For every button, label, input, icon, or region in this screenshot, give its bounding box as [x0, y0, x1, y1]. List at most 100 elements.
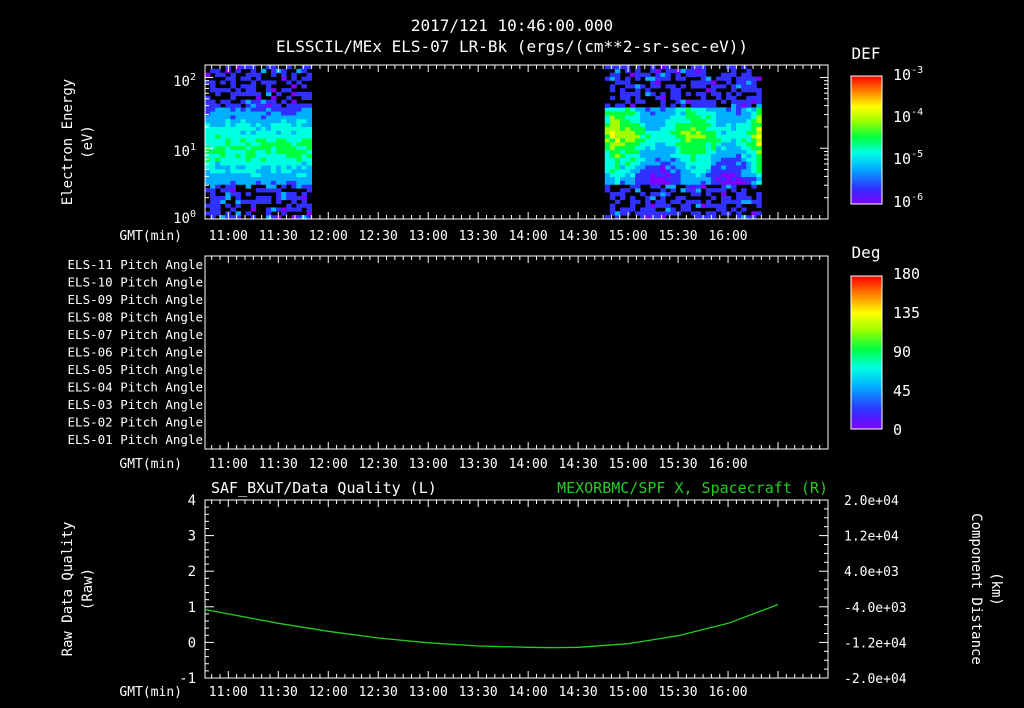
spectrogram-cell — [210, 118, 216, 124]
spectrogram-cell — [604, 76, 611, 81]
spectrogram-cell — [225, 122, 231, 127]
time-tick-label: 15:30 — [659, 229, 698, 244]
spectrogram-cell — [210, 184, 216, 189]
spectrogram-cell — [225, 107, 231, 112]
spectrogram-cell — [630, 203, 636, 208]
spectrogram-cell — [240, 142, 247, 147]
spectrogram-cell — [281, 111, 287, 116]
spectrogram-cell — [205, 115, 211, 120]
spectrogram-cell — [655, 122, 661, 127]
spectrogram-cell — [746, 195, 752, 201]
spectrogram-cell — [306, 157, 313, 162]
spectrogram-cell — [726, 157, 732, 162]
spectrogram-cell — [630, 153, 636, 158]
spectrogram-cell — [675, 145, 681, 151]
spectrogram-cell — [265, 168, 272, 174]
spectrogram-cell — [731, 199, 737, 204]
spectrogram-cell — [291, 207, 297, 212]
spectrogram-cell — [700, 153, 707, 158]
spectrogram-cell — [220, 145, 226, 151]
spectrogram-cell — [670, 157, 676, 162]
spectrogram-cell — [619, 134, 626, 139]
spectrogram-cell — [736, 99, 742, 104]
spectrogram-cell — [614, 134, 621, 139]
energy-ytick-10: 101 — [173, 142, 196, 160]
spectrogram-cell — [220, 88, 226, 93]
spectrogram-cell — [255, 161, 262, 166]
spectrogram-cell — [291, 122, 297, 127]
spectrogram-cell — [670, 207, 676, 212]
spectrogram-cell — [710, 115, 717, 120]
spectrogram-cell — [270, 149, 277, 154]
spectrogram-cell — [301, 184, 307, 189]
spectrogram-cell — [210, 115, 216, 120]
spectrogram-cell — [700, 91, 707, 97]
data-quality-x-ticks — [211, 500, 829, 678]
spectrogram-cell — [715, 91, 722, 97]
spectrogram-cell — [230, 111, 236, 116]
spectrogram-cell — [210, 172, 216, 178]
spectrogram-cell — [736, 111, 742, 116]
spectrogram-cell — [291, 134, 297, 139]
spectrogram-cell — [726, 80, 732, 85]
spectrogram-cell — [736, 203, 742, 208]
spectrogram-cell — [286, 95, 292, 101]
spectrogram-cell — [705, 188, 712, 193]
spectrogram-cell — [230, 115, 236, 120]
spectrogram-cell — [235, 115, 241, 120]
data-quality-ytick: 1 — [188, 600, 196, 616]
spectrogram-cell — [650, 161, 656, 166]
spectrogram-cell — [225, 161, 231, 166]
spectrogram-cell — [650, 203, 656, 208]
spectrogram-cell — [215, 207, 221, 212]
spectrogram-cell — [670, 199, 676, 204]
spectrogram-cell — [710, 99, 717, 104]
spectrogram-cell — [220, 157, 226, 162]
spectrogram-cell — [650, 111, 656, 116]
spectrogram-cell — [746, 118, 752, 124]
spectrogram-cell — [270, 207, 277, 212]
spectrogram-cell — [655, 68, 661, 74]
spectrogram-cell — [700, 130, 707, 135]
spectrogram-cell — [690, 165, 697, 170]
spectrogram-cell — [306, 149, 313, 154]
spectrogram-cell — [265, 91, 272, 97]
spectrogram-cell — [230, 145, 236, 151]
spectrogram-cell — [250, 72, 257, 77]
spectrogram-cell — [215, 180, 221, 185]
spectrogram-cell — [726, 180, 732, 185]
spectrogram-cell — [635, 165, 641, 170]
spectrogram-cell — [210, 126, 216, 131]
spectrogram-cell — [675, 111, 681, 116]
spectrogram-cell — [230, 103, 236, 108]
pitch-angle-row-label: ELS-07 Pitch Angle — [68, 327, 203, 342]
spectrogram-cell — [235, 149, 241, 154]
spectrogram-cell — [726, 161, 732, 166]
spectrogram-cell — [741, 126, 747, 131]
spectrogram-cell — [660, 157, 666, 162]
spectrogram-cell — [675, 180, 681, 185]
spectrogram-cell — [690, 99, 697, 104]
spectrogram-cell — [630, 199, 636, 204]
spacecraft-x-series-line — [204, 603, 779, 649]
spectrogram-cell — [746, 157, 752, 162]
spectrogram-cell — [751, 153, 757, 158]
spectrogram-cell — [746, 95, 752, 101]
spectrogram-cell — [685, 176, 692, 181]
spectrogram-cell — [255, 99, 262, 104]
spectrogram-cell — [286, 149, 292, 154]
spectrogram-cell — [670, 88, 676, 93]
spectrogram-cell — [245, 115, 252, 120]
spectrogram-cell — [619, 115, 626, 120]
spectrogram-cell — [614, 115, 621, 120]
spectrogram-cell — [225, 203, 231, 208]
spectrogram-cell — [255, 76, 262, 81]
def-colorbar-tick-1e-3: 10-3 — [893, 65, 923, 84]
spectrogram-cell — [690, 157, 697, 162]
spectrogram-cell — [675, 199, 681, 204]
spectrogram-cell — [265, 134, 272, 139]
spectrogram-cell — [726, 138, 732, 143]
spectrogram-cell — [731, 111, 737, 116]
spectrogram-cell — [270, 130, 277, 135]
spectrogram-cell — [619, 176, 626, 181]
